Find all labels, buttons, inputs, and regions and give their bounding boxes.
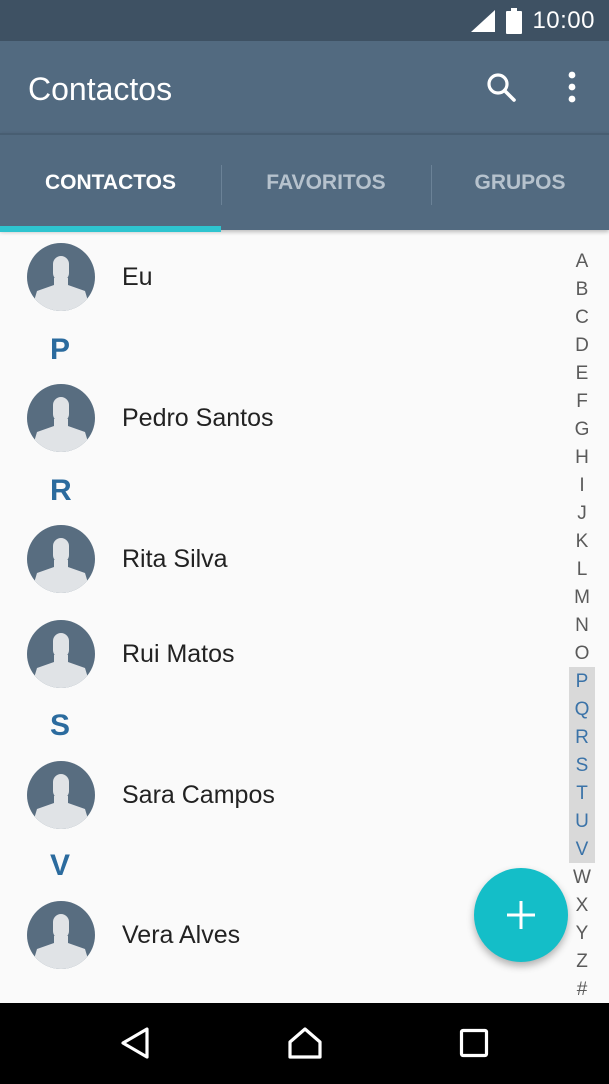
- alphabet-index-letter[interactable]: X: [569, 892, 595, 920]
- tab-grupos[interactable]: GRUPOS: [431, 135, 609, 230]
- contact-name: Rita Silva: [122, 544, 228, 573]
- section-header-p: P: [50, 333, 71, 366]
- person-icon: [31, 397, 91, 452]
- alphabet-index-letter[interactable]: Z: [569, 948, 595, 976]
- alphabet-index-letter[interactable]: J: [569, 500, 595, 528]
- tab-favoritos[interactable]: FAVORITOS: [221, 135, 431, 230]
- status-icons: 10:00: [470, 6, 595, 36]
- alphabet-index-letter[interactable]: L: [569, 556, 595, 584]
- avatar: [27, 243, 95, 311]
- avatar: [27, 620, 95, 688]
- recents-button[interactable]: [439, 1013, 509, 1073]
- tab-bar: CONTACTOS FAVORITOS GRUPOS: [0, 133, 609, 232]
- back-icon: [121, 1027, 149, 1059]
- person-icon: [31, 256, 91, 311]
- home-icon: [288, 1027, 322, 1059]
- alphabet-index-letter[interactable]: V: [569, 836, 595, 864]
- alphabet-index-letter[interactable]: C: [569, 304, 595, 332]
- page-title: Contactos: [28, 71, 173, 107]
- alphabet-index-letter[interactable]: S: [569, 752, 595, 780]
- avatar: [27, 384, 95, 452]
- alphabet-index-letter[interactable]: A: [569, 248, 595, 276]
- tab-contactos[interactable]: CONTACTOS: [0, 135, 221, 230]
- alphabet-index-letter[interactable]: G: [569, 416, 595, 444]
- add-contact-button[interactable]: [474, 868, 568, 962]
- alphabet-index-letter[interactable]: O: [569, 640, 595, 668]
- person-icon: [31, 914, 91, 969]
- alphabet-index-letter[interactable]: U: [569, 808, 595, 836]
- alphabet-index-letter[interactable]: K: [569, 528, 595, 556]
- more-vert-icon: [568, 71, 576, 103]
- alphabet-index-letter[interactable]: W: [569, 864, 595, 892]
- alphabet-index-letter[interactable]: I: [569, 472, 595, 500]
- contact-name: Eu: [122, 262, 153, 291]
- alphabet-index-letter[interactable]: R: [569, 724, 595, 752]
- section-header-r: R: [50, 474, 72, 507]
- search-icon: [487, 73, 516, 102]
- section-header-v: V: [50, 849, 71, 882]
- more-options-button[interactable]: [548, 63, 596, 111]
- avatar: [27, 761, 95, 829]
- status-bar: 10:00: [0, 0, 609, 41]
- search-button[interactable]: [477, 63, 525, 111]
- alphabet-index-letter[interactable]: F: [569, 388, 595, 416]
- contact-rui-matos[interactable]: Rui Matos: [0, 607, 560, 701]
- battery-icon: [506, 8, 523, 34]
- contact-pedro-santos[interactable]: Pedro Santos: [0, 371, 560, 465]
- person-icon: [31, 633, 91, 688]
- contact-name: Rui Matos: [122, 639, 235, 668]
- person-icon: [31, 774, 91, 829]
- alphabet-index-letter[interactable]: #: [569, 976, 595, 1004]
- contact-sara-campos[interactable]: Sara Campos: [0, 748, 560, 842]
- app-bar: Contactos: [0, 41, 609, 133]
- contact-eu[interactable]: Eu: [0, 230, 560, 324]
- alphabet-index-letter[interactable]: P: [569, 668, 595, 696]
- add-icon: [507, 901, 535, 929]
- avatar: [27, 901, 95, 969]
- alphabet-index-letter[interactable]: E: [569, 360, 595, 388]
- recents-icon: [459, 1028, 489, 1058]
- alphabet-index-letter[interactable]: T: [569, 780, 595, 808]
- contact-name: Vera Alves: [122, 920, 241, 949]
- alphabet-index-letter[interactable]: N: [569, 612, 595, 640]
- alphabet-index-letter[interactable]: D: [569, 332, 595, 360]
- alphabet-index-letter[interactable]: B: [569, 276, 595, 304]
- person-icon: [31, 538, 91, 593]
- back-button[interactable]: [100, 1013, 170, 1073]
- contact-rita-silva[interactable]: Rita Silva: [0, 512, 560, 606]
- alphabet-index-letter[interactable]: M: [569, 584, 595, 612]
- home-button[interactable]: [270, 1013, 340, 1073]
- section-header-s: S: [50, 709, 71, 742]
- contact-name: Pedro Santos: [122, 403, 274, 432]
- signal-icon: [471, 10, 496, 32]
- alphabet-index-letter[interactable]: Q: [569, 696, 595, 724]
- alphabet-index-letter[interactable]: H: [569, 444, 595, 472]
- navigation-bar: [0, 1003, 609, 1084]
- tab-indicator: [0, 226, 221, 232]
- contact-name: Sara Campos: [122, 780, 275, 809]
- status-time: 10:00: [532, 7, 595, 34]
- alphabet-index-letter[interactable]: Y: [569, 920, 595, 948]
- avatar: [27, 525, 95, 593]
